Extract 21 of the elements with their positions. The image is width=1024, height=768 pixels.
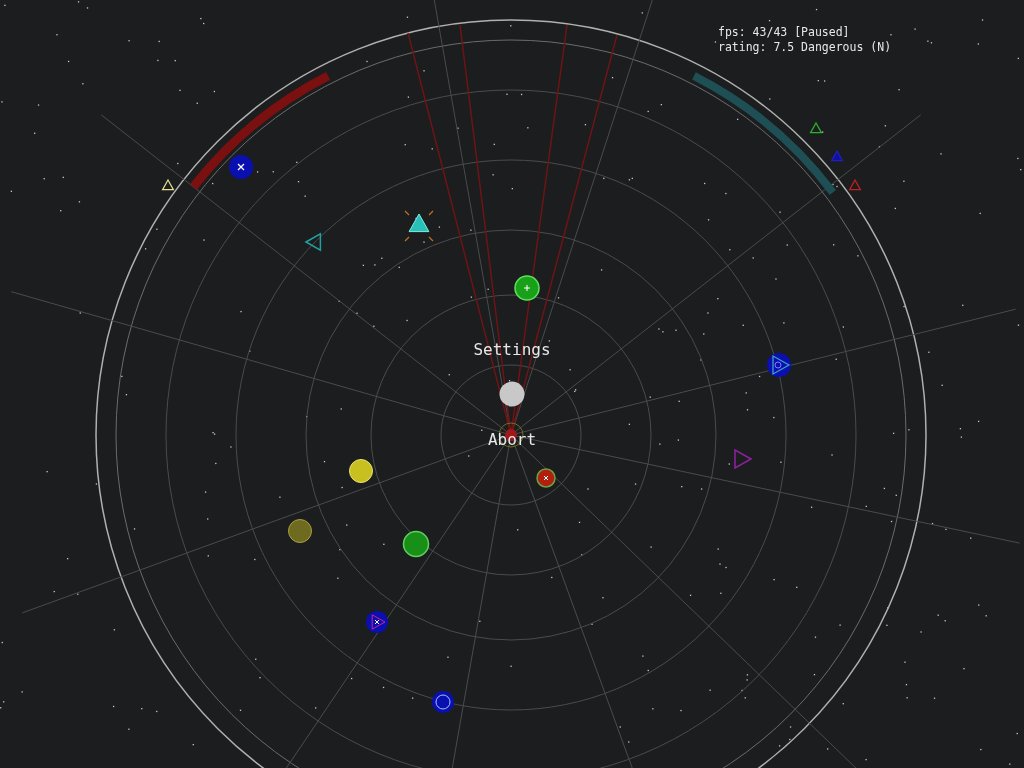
menu-item[interactable]: Abort — [487, 430, 537, 449]
rating-readout: rating: 7.5 Dangerous (N) — [718, 40, 892, 54]
triangle-marker-icon — [848, 178, 862, 191]
menu-item[interactable]: Settings — [473, 340, 551, 359]
triangle-marker-icon — [734, 448, 753, 470]
player-ship-icon — [404, 210, 434, 242]
enemy-ship-icon — [366, 611, 388, 633]
planet-icon — [402, 530, 430, 558]
planet-icon — [499, 381, 525, 407]
enemy-ship-icon — [432, 691, 454, 713]
triangle-marker-icon — [304, 232, 322, 252]
planet-icon — [349, 459, 373, 483]
planet-icon — [514, 275, 540, 301]
enemy-ship-icon — [767, 353, 791, 377]
triangle-marker-icon — [161, 178, 175, 191]
triangle-marker-icon — [830, 149, 844, 162]
planet-icon — [536, 468, 556, 488]
planet-icon — [288, 519, 312, 543]
triangle-marker-icon — [809, 121, 823, 134]
fps-readout: fps: 43/43 [Paused] — [718, 25, 850, 39]
enemy-ship-icon — [229, 155, 253, 179]
